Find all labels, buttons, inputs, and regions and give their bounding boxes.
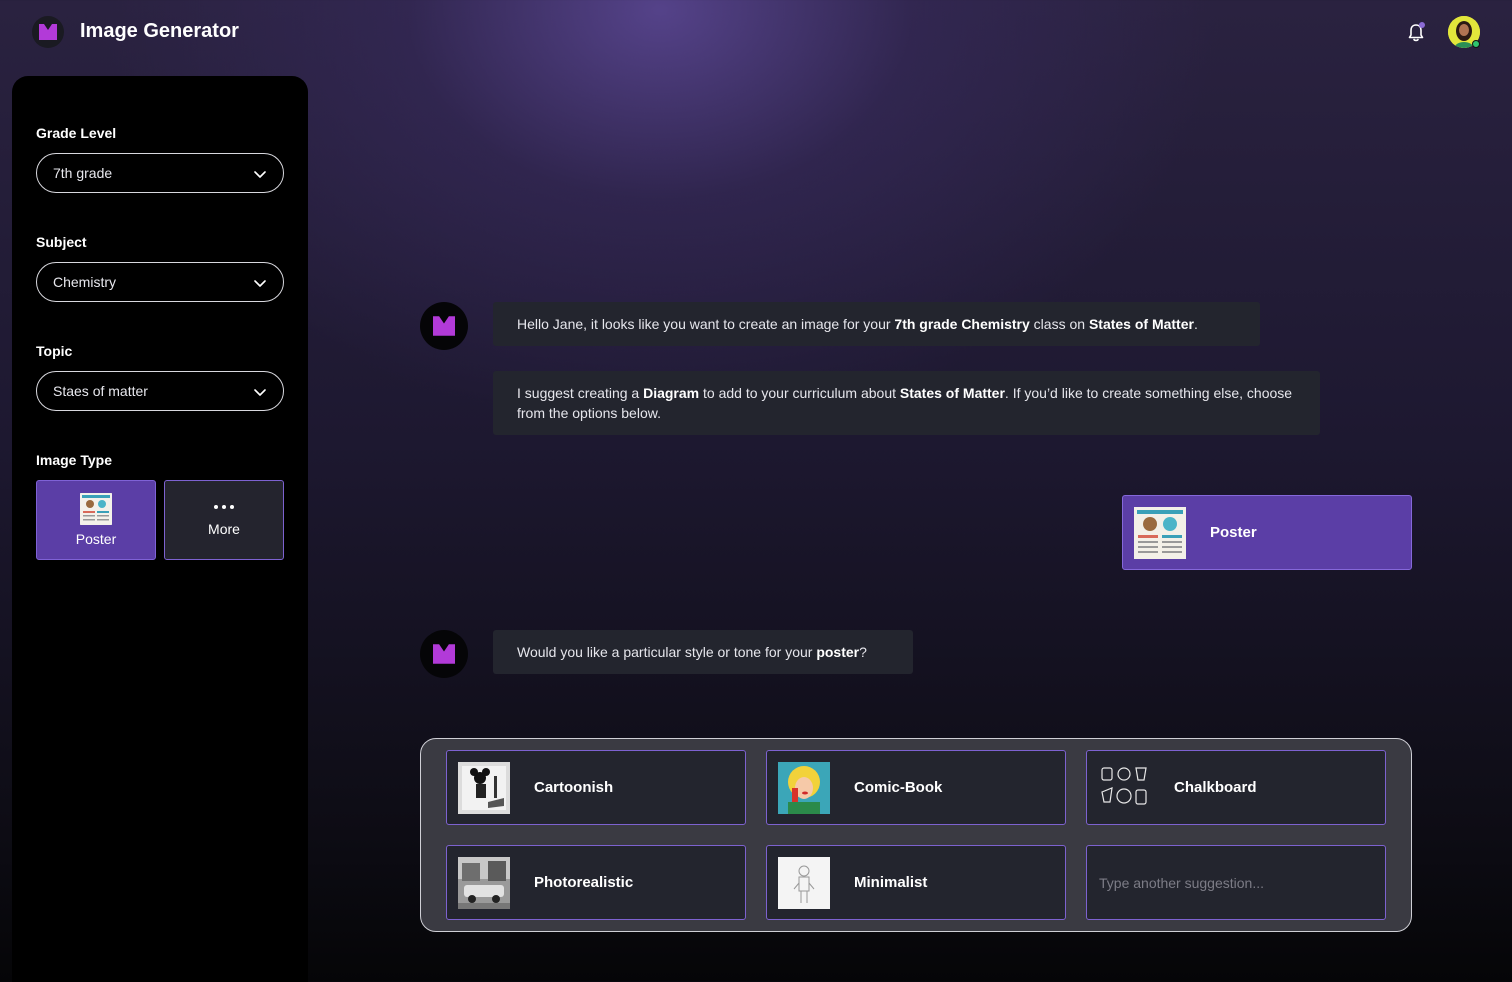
comic-book-thumbnail bbox=[778, 761, 830, 814]
style-option-photorealistic[interactable]: Photorealistic bbox=[446, 845, 746, 920]
image-type-more-label: More bbox=[208, 521, 240, 537]
custom-suggestion-input[interactable] bbox=[1099, 874, 1369, 891]
subject-value: Chemistry bbox=[53, 274, 117, 290]
subject-select[interactable]: Chemistry bbox=[36, 262, 284, 302]
logo-m-icon bbox=[39, 24, 57, 40]
logo-m-icon bbox=[433, 316, 455, 336]
image-type-more[interactable]: More bbox=[164, 480, 284, 560]
app-logo[interactable] bbox=[32, 16, 64, 48]
style-option-chalkboard[interactable]: Chalkboard bbox=[1086, 750, 1386, 825]
assistant-message: I suggest creating a Diagram to add to y… bbox=[493, 371, 1320, 435]
custom-suggestion-field[interactable] bbox=[1086, 845, 1386, 920]
grade-level-value: 7th grade bbox=[53, 165, 113, 181]
cartoonish-thumbnail bbox=[458, 761, 510, 814]
assistant-message: Hello Jane, it looks like you want to cr… bbox=[493, 302, 1260, 346]
style-option-label: Minimalist bbox=[854, 874, 928, 891]
assistant-avatar bbox=[420, 302, 468, 350]
chevron-down-icon bbox=[254, 171, 266, 178]
user-choice-poster: Poster bbox=[1122, 495, 1412, 570]
logo-m-icon bbox=[433, 644, 455, 664]
assistant-avatar bbox=[420, 630, 468, 678]
chevron-down-icon bbox=[254, 280, 266, 287]
topic-select[interactable]: Staes of matter bbox=[36, 371, 284, 411]
topic-value: Staes of matter bbox=[53, 383, 148, 399]
notification-button[interactable] bbox=[1405, 22, 1427, 44]
style-option-label: Comic-Book bbox=[854, 779, 943, 796]
grade-level-label: Grade Level bbox=[36, 125, 117, 141]
more-dots-icon bbox=[214, 505, 234, 509]
style-option-label: Cartoonish bbox=[534, 779, 614, 796]
assistant-message: Would you like a particular style or ton… bbox=[493, 630, 913, 674]
style-option-cartoonish[interactable]: Cartoonish bbox=[446, 750, 746, 825]
settings-sidebar: Grade Level 7th grade Subject Chemistry … bbox=[12, 76, 308, 982]
notification-badge bbox=[1419, 22, 1425, 28]
chalkboard-thumbnail bbox=[1098, 761, 1150, 814]
style-options-panel: Cartoonish Comic-Book Chalkboard Photore… bbox=[420, 738, 1412, 932]
style-option-minimalist[interactable]: Minimalist bbox=[766, 845, 1066, 920]
image-type-label: Image Type bbox=[36, 452, 112, 468]
poster-thumbnail bbox=[80, 493, 112, 525]
topic-label: Topic bbox=[36, 343, 73, 359]
user-choice-label: Poster bbox=[1210, 524, 1257, 541]
image-type-poster[interactable]: Poster bbox=[36, 480, 156, 560]
chevron-down-icon bbox=[254, 389, 266, 396]
style-option-label: Chalkboard bbox=[1174, 779, 1257, 796]
grade-level-select[interactable]: 7th grade bbox=[36, 153, 284, 193]
app-header: Image Generator bbox=[0, 0, 1512, 64]
style-option-label: Photorealistic bbox=[534, 874, 634, 891]
style-option-comic-book[interactable]: Comic-Book bbox=[766, 750, 1066, 825]
app-title: Image Generator bbox=[80, 20, 239, 42]
online-status-dot bbox=[1472, 40, 1480, 48]
minimalist-thumbnail bbox=[778, 856, 830, 909]
poster-thumbnail bbox=[1134, 506, 1186, 559]
subject-label: Subject bbox=[36, 234, 87, 250]
photorealistic-thumbnail bbox=[458, 856, 510, 909]
image-type-poster-label: Poster bbox=[75, 531, 117, 547]
